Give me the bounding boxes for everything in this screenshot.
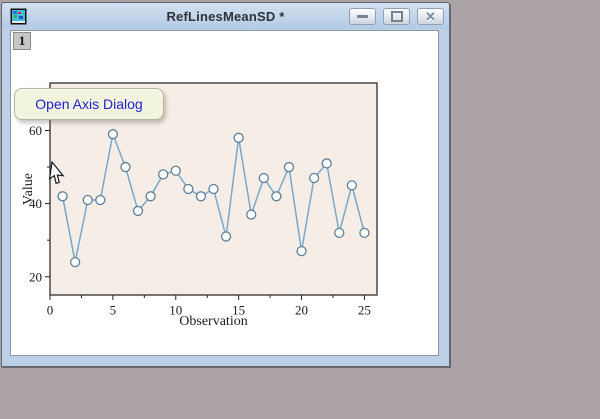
data-point[interactable] [196,192,205,201]
minimize-button[interactable] [349,8,376,25]
data-point[interactable] [134,206,143,215]
data-point[interactable] [159,170,168,179]
data-point[interactable] [108,130,117,139]
data-point[interactable] [322,159,331,168]
data-point[interactable] [259,174,268,183]
data-point[interactable] [247,210,256,219]
data-point[interactable] [83,195,92,204]
y-tick-label: 60 [29,123,42,138]
y-tick-label: 20 [29,269,42,284]
data-point[interactable] [96,195,105,204]
data-point[interactable] [71,258,80,267]
data-point[interactable] [284,163,293,172]
data-point[interactable] [146,192,155,201]
data-point[interactable] [171,166,180,175]
window-controls: ✕ [349,8,444,25]
data-point[interactable] [209,185,218,194]
data-point[interactable] [310,174,319,183]
data-point[interactable] [121,163,130,172]
data-point[interactable] [347,181,356,190]
data-point[interactable] [222,232,231,241]
maximize-icon [391,11,403,22]
x-tick-label: 0 [47,302,54,317]
x-tick-label: 5 [110,302,117,317]
data-point[interactable] [297,247,306,256]
data-point[interactable] [234,133,243,142]
x-tick-label: 25 [358,302,371,317]
open-axis-dialog-button[interactable]: Open Axis Dialog [14,88,164,120]
minimize-icon [357,15,368,18]
graph-page: 1 0510152025204060ValueObservation Open … [10,30,439,356]
x-tick-label: 20 [295,302,308,317]
maximize-button[interactable] [383,8,410,25]
chart: 0510152025204060ValueObservation [11,31,438,355]
close-button[interactable]: ✕ [417,8,444,25]
graph-window: RefLinesMeanSD * ✕ 1 0510152025204060Val… [1,2,450,367]
data-point[interactable] [360,228,369,237]
x-axis-title: Observation [179,314,247,329]
titlebar[interactable]: RefLinesMeanSD * ✕ [2,3,449,29]
close-icon: ✕ [425,10,436,23]
data-point[interactable] [184,185,193,194]
data-point[interactable] [58,192,67,201]
data-point[interactable] [335,228,344,237]
data-point[interactable] [272,192,281,201]
graph-window-icon [10,8,27,25]
y-axis-title: Value [21,173,36,205]
desktop: RefLinesMeanSD * ✕ 1 0510152025204060Val… [0,0,600,419]
